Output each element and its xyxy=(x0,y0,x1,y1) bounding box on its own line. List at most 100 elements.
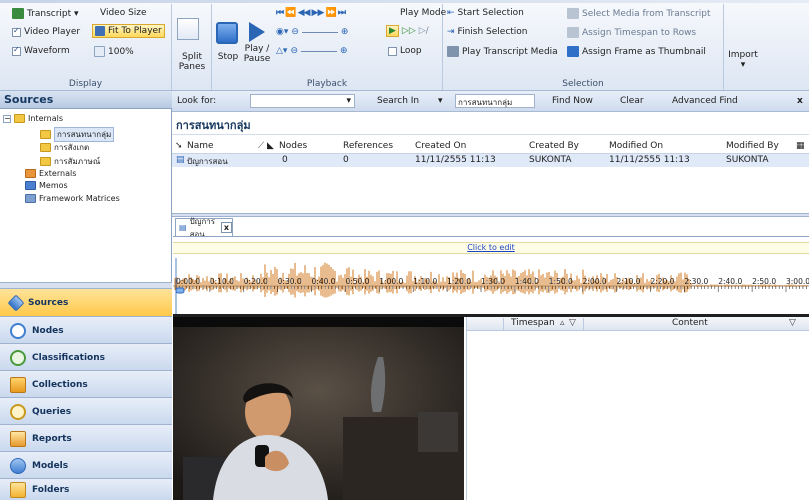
row-references: 0 xyxy=(343,155,349,165)
ribbon: Transcript ▾ Video Size Video Player Fit… xyxy=(0,0,809,91)
video-player[interactable] xyxy=(173,317,464,500)
sort-timespan-icon[interactable]: ▵ xyxy=(560,318,565,328)
volume-icon[interactable]: ◉▾ xyxy=(276,27,288,37)
column-modified-by[interactable]: Modified By xyxy=(726,141,779,151)
fit-to-player-button[interactable]: Fit To Player xyxy=(92,24,165,38)
table-row[interactable]: ▤ ปัญการสอน 0 0 11/11/2555 11:13 SUKONTA… xyxy=(172,154,809,167)
row-modified-by: SUKONTA xyxy=(726,155,769,165)
look-for-input[interactable]: ▾ xyxy=(250,94,355,108)
volume-minus-icon[interactable]: ⊖ xyxy=(291,27,299,37)
speed-plus-icon[interactable]: ⊕ xyxy=(340,46,348,56)
look-for-dropdown-icon[interactable]: ▾ xyxy=(346,96,351,106)
tree-item-framework-matrices[interactable]: Framework Matrices xyxy=(0,194,172,203)
column-nodes[interactable]: Nodes xyxy=(279,141,307,151)
close-tab-icon[interactable]: x xyxy=(220,222,232,233)
stop-button[interactable]: Stop xyxy=(214,52,242,62)
assign-timespan-button[interactable]: Assign Timespan to Rows xyxy=(567,27,696,38)
waveform-toggle[interactable]: Waveform xyxy=(12,45,70,56)
play-assign-icon[interactable]: ▷/ xyxy=(419,26,429,36)
nav-collections[interactable]: Collections xyxy=(0,370,172,398)
play-transcript-media-button[interactable]: Play Transcript Media xyxy=(447,46,558,57)
play-normal-icon[interactable]: ▶ xyxy=(386,25,399,37)
waveform-checkbox[interactable] xyxy=(12,45,21,56)
column-name[interactable]: Name xyxy=(187,141,214,151)
waveform-timeline[interactable]: 0:00.0 0:10.0 0:20.0 0:30.0 0:40.0 0:50.0 1:00… xyxy=(173,258,809,314)
start-selection-button[interactable]: ⇤ Start Selection xyxy=(447,8,524,18)
detail-splitter[interactable] xyxy=(172,213,809,217)
collections-icon xyxy=(10,376,26,393)
column-timespan[interactable]: Timespan xyxy=(511,318,555,328)
tree-item-memos[interactable]: Memos xyxy=(0,181,172,190)
transcript-menu[interactable]: Transcript ▾ xyxy=(12,8,79,19)
finish-selection-button[interactable]: ⇥ Finish Selection xyxy=(447,27,528,37)
clear-button[interactable]: Clear xyxy=(620,96,644,106)
seek-controls[interactable]: ⏮ ⏪ ◀◀ ▶▶ ⏩ ⏭ xyxy=(276,8,346,18)
volume-slider[interactable] xyxy=(301,31,338,33)
close-find-icon[interactable]: x xyxy=(797,96,803,106)
play-mode-buttons[interactable]: ▶ ▷▷ ▷/ xyxy=(386,25,429,37)
waveform-graph[interactable]: 0:00.0 0:10.0 0:20.0 0:30.0 0:40.0 0:50.0 1:00… xyxy=(173,258,809,314)
transcript-row-indicator-column[interactable] xyxy=(470,318,504,330)
assign-frame-icon xyxy=(567,46,579,57)
play-pause-button[interactable]: Play / Pause xyxy=(242,44,272,64)
click-to-edit-link[interactable]: Click to edit xyxy=(467,243,515,252)
column-references[interactable]: References xyxy=(343,141,393,151)
tree-item-interview[interactable]: การสัมภาษณ์ xyxy=(0,155,172,168)
playhead-handle[interactable] xyxy=(175,287,185,294)
search-in-button[interactable]: Search In xyxy=(377,96,419,106)
column-content[interactable]: Content xyxy=(672,318,708,328)
play-icon[interactable] xyxy=(249,22,265,42)
assign-frame-button[interactable]: Assign Frame as Thumbnail xyxy=(567,46,706,57)
loop-checkbox[interactable] xyxy=(388,46,397,56)
tree-item-observation[interactable]: การสังเกต xyxy=(0,141,172,154)
video-player-toggle[interactable]: Video Player xyxy=(12,26,80,37)
volume-plus-icon[interactable]: ⊕ xyxy=(341,27,349,37)
nav-sources[interactable]: Sources xyxy=(0,288,172,316)
advanced-find-button[interactable]: Advanced Find xyxy=(672,96,738,106)
play-synchro-icon[interactable]: ▷▷ xyxy=(402,26,416,36)
nav-reports[interactable]: Reports xyxy=(0,424,172,452)
zoom-icon xyxy=(94,46,105,57)
nav-models[interactable]: Models xyxy=(0,451,172,479)
column-created-by[interactable]: Created By xyxy=(529,141,579,151)
loop-toggle[interactable]: Loop xyxy=(388,46,422,56)
speed-slider[interactable] xyxy=(301,50,337,52)
nav-nodes[interactable]: Nodes xyxy=(0,316,172,344)
collapse-icon[interactable]: − xyxy=(3,114,11,123)
find-now-button[interactable]: Find Now xyxy=(552,96,593,106)
search-in-dropdown-icon[interactable]: ▾ xyxy=(438,96,443,106)
speed-minus-icon[interactable]: ⊖ xyxy=(290,46,298,56)
filter-timespan-icon[interactable]: ▽ xyxy=(569,318,576,328)
document-tab[interactable]: ▤ ปัญการสอน x xyxy=(175,217,233,239)
tree-item-externals[interactable]: Externals xyxy=(0,169,172,178)
video-player-checkbox[interactable] xyxy=(12,26,21,37)
nav-queries[interactable]: Queries xyxy=(0,397,172,425)
import-button[interactable]: Import ▾ xyxy=(724,50,762,70)
tree-item-internals[interactable]: − Internals xyxy=(0,114,172,123)
split-panes-icon[interactable] xyxy=(177,18,199,40)
speed-icon[interactable]: △▾ xyxy=(276,46,287,56)
reports-icon xyxy=(10,430,26,447)
folder-icon xyxy=(14,114,25,123)
stop-icon[interactable] xyxy=(216,22,238,44)
search-in-field[interactable]: การสนทนากลุ่ม xyxy=(455,94,535,108)
select-media-button[interactable]: Select Media from Transcript xyxy=(567,8,711,19)
sort-ascending-icon[interactable]: ⟋ xyxy=(258,141,264,151)
column-modified-on[interactable]: Modified On xyxy=(609,141,663,151)
column-created-on[interactable]: Created On xyxy=(415,141,466,151)
media-file-icon: ▤ xyxy=(176,155,185,165)
nav-classifications[interactable]: Classifications xyxy=(0,343,172,371)
volume-row[interactable]: ◉▾ ⊖ ⊕ xyxy=(276,27,348,37)
timeline-label: 1:30.0 xyxy=(481,277,505,286)
row-modified-on: 11/11/2555 11:13 xyxy=(609,155,690,165)
split-panes-button[interactable]: Split Panes xyxy=(172,52,212,72)
speed-row[interactable]: △▾ ⊖ ⊕ xyxy=(276,46,348,56)
column-chooser-icon[interactable]: ▦ xyxy=(796,141,805,151)
zoom-100-button[interactable]: 100% xyxy=(94,46,134,57)
tree-item-focus-group[interactable]: การสนทนากลุ่ม xyxy=(0,127,172,142)
timeline-label: 0:10.0 xyxy=(210,277,234,286)
filter-content-icon[interactable]: ▽ xyxy=(789,318,796,328)
nav-folders[interactable]: Folders xyxy=(0,478,172,500)
memos-folder-icon xyxy=(25,181,36,190)
click-to-edit-bar[interactable]: Click to edit xyxy=(173,242,809,254)
